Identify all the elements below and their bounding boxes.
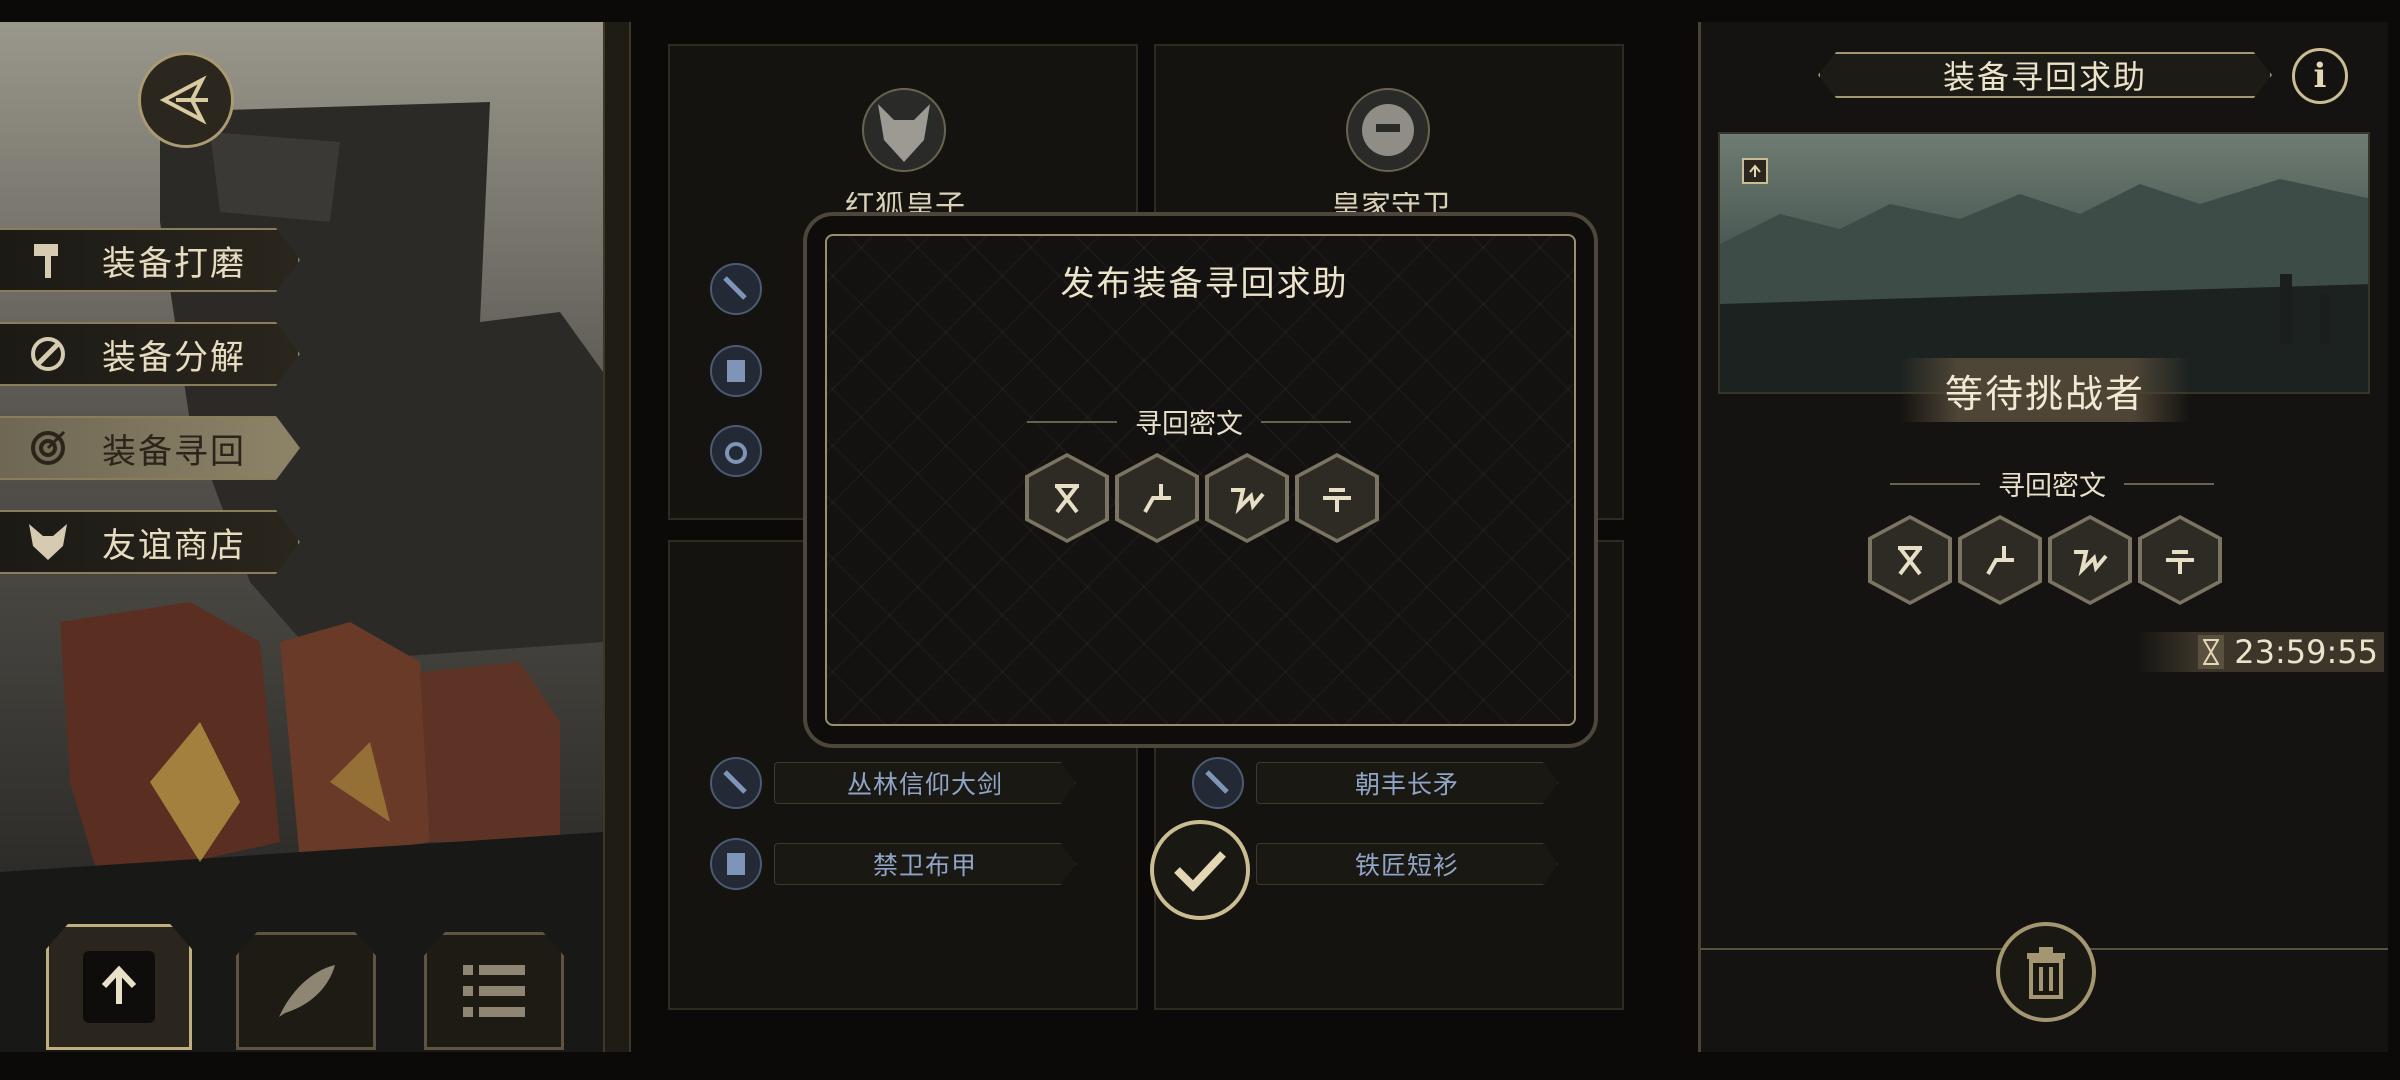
menu-item-friendship-shop[interactable]: 友谊商店: [0, 510, 300, 574]
rune-4-icon: [2136, 514, 2224, 606]
disassemble-icon: [24, 330, 72, 378]
ornamental-divider: [603, 22, 631, 1052]
countdown-timer: 23:59:55: [2136, 632, 2384, 672]
item-name: 铁匠短衫: [1256, 843, 1558, 885]
back-arrow-icon: [159, 75, 208, 125]
sword-icon: [710, 263, 762, 315]
armor-icon: [710, 838, 762, 890]
rune-1-icon: [1866, 514, 1954, 606]
rune-2-icon: [1956, 514, 2044, 606]
list-icon: [463, 965, 525, 1017]
rune-3-icon: [2046, 514, 2134, 606]
check-icon: [1174, 851, 1226, 892]
rune-2-icon: [1113, 452, 1201, 544]
delete-button[interactable]: [1996, 922, 2096, 1022]
back-button[interactable]: [138, 52, 234, 148]
armor-slot[interactable]: [710, 345, 762, 397]
item-name: 禁卫布甲: [774, 843, 1076, 885]
publish-button[interactable]: [46, 924, 192, 1050]
right-cipher-label: 寻回密文: [1890, 464, 2214, 503]
hourglass-icon: [2198, 635, 2225, 669]
menu-item-disassemble[interactable]: 装备分解: [0, 322, 300, 386]
item-slot[interactable]: 丛林信仰大剑: [710, 757, 1076, 809]
menu-item-label: 装备分解: [102, 337, 246, 378]
upload-file-icon: [83, 951, 155, 1023]
menu-item-label: 装备寻回: [102, 431, 246, 472]
sword-icon: [710, 757, 762, 809]
rune-3-icon: [1203, 452, 1291, 544]
armor-icon: [710, 345, 762, 397]
sword-icon: [1192, 757, 1244, 809]
feather-icon: [279, 965, 335, 1017]
upload-small-icon: [1742, 158, 1768, 184]
list-button[interactable]: [424, 932, 564, 1050]
ring-icon: [710, 425, 762, 477]
hammer-icon: [24, 236, 72, 284]
confirm-button[interactable]: [1150, 820, 1250, 920]
weapon-slot[interactable]: [710, 263, 762, 315]
rune-4-icon: [1293, 452, 1381, 544]
modal-cipher-label: 寻回密文: [1027, 402, 1351, 441]
modal-title: 发布装备寻回求助: [1060, 264, 1349, 304]
right-panel-title: 装备寻回求助: [1818, 52, 2272, 98]
publish-help-modal: 发布装备寻回求助 寻回密文: [803, 212, 1598, 748]
trash-icon: [2027, 947, 2065, 999]
rune-1-icon: [1023, 452, 1111, 544]
fox-head-icon: [24, 518, 72, 566]
avatar-red-fox-prince[interactable]: [862, 88, 946, 172]
info-icon: i: [2313, 56, 2327, 96]
item-name: 丛林信仰大剑: [774, 762, 1076, 804]
modal-rune-row: [1023, 452, 1381, 544]
item-name: 朝丰长矛: [1256, 762, 1558, 804]
menu-item-label: 装备打磨: [102, 243, 246, 284]
menu-item-label: 友谊商店: [102, 525, 246, 566]
item-slot[interactable]: 朝丰长矛: [1192, 757, 1558, 809]
timer-value: 23:59:55: [2234, 633, 2378, 671]
challenge-status: 等待挑战者: [1900, 358, 2190, 422]
menu-item-retrieve[interactable]: 装备寻回: [0, 416, 300, 480]
item-slot[interactable]: 禁卫布甲: [710, 838, 1076, 890]
target-icon: [24, 424, 72, 472]
ring-slot[interactable]: [710, 425, 762, 477]
challenge-landscape-image: [1718, 132, 2370, 394]
feather-button[interactable]: [236, 932, 376, 1050]
menu-item-polish[interactable]: 装备打磨: [0, 228, 300, 292]
info-button[interactable]: i: [2292, 48, 2348, 104]
avatar-royal-guard[interactable]: [1346, 88, 1430, 172]
right-rune-row: [1866, 514, 2224, 606]
